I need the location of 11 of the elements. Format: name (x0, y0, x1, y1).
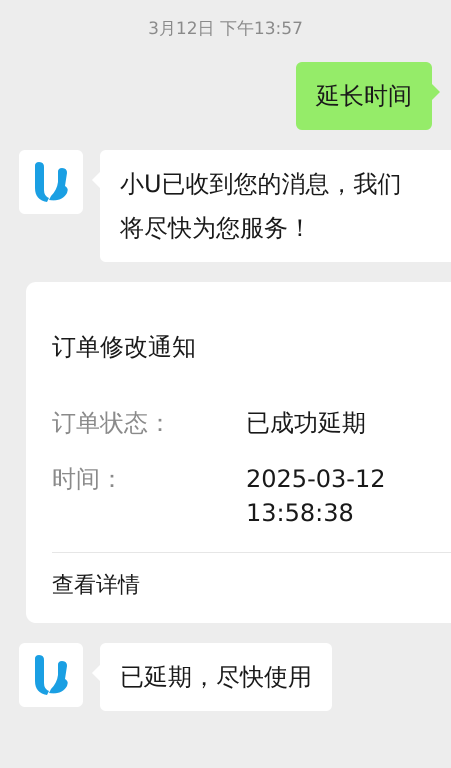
field-value: 2025-03-12 13:58:38 (246, 464, 386, 529)
field-label: 订单状态： (52, 408, 173, 439)
field-value: 已成功延期 (246, 408, 367, 439)
message-bubble: 延长时间 (296, 62, 432, 130)
details-link[interactable]: 查看详情 (52, 553, 140, 623)
card-title: 订单修改通知 (52, 332, 197, 363)
timestamp: 3月12日 下午13:57 (147, 18, 304, 41)
bubble-tail (432, 84, 440, 100)
field-label: 时间： (52, 464, 125, 495)
message-bubble: 已延期，尽快使用 (100, 643, 332, 711)
message-bubble: 小U已收到您的消息，我们将尽快为您服务！ (100, 150, 451, 262)
